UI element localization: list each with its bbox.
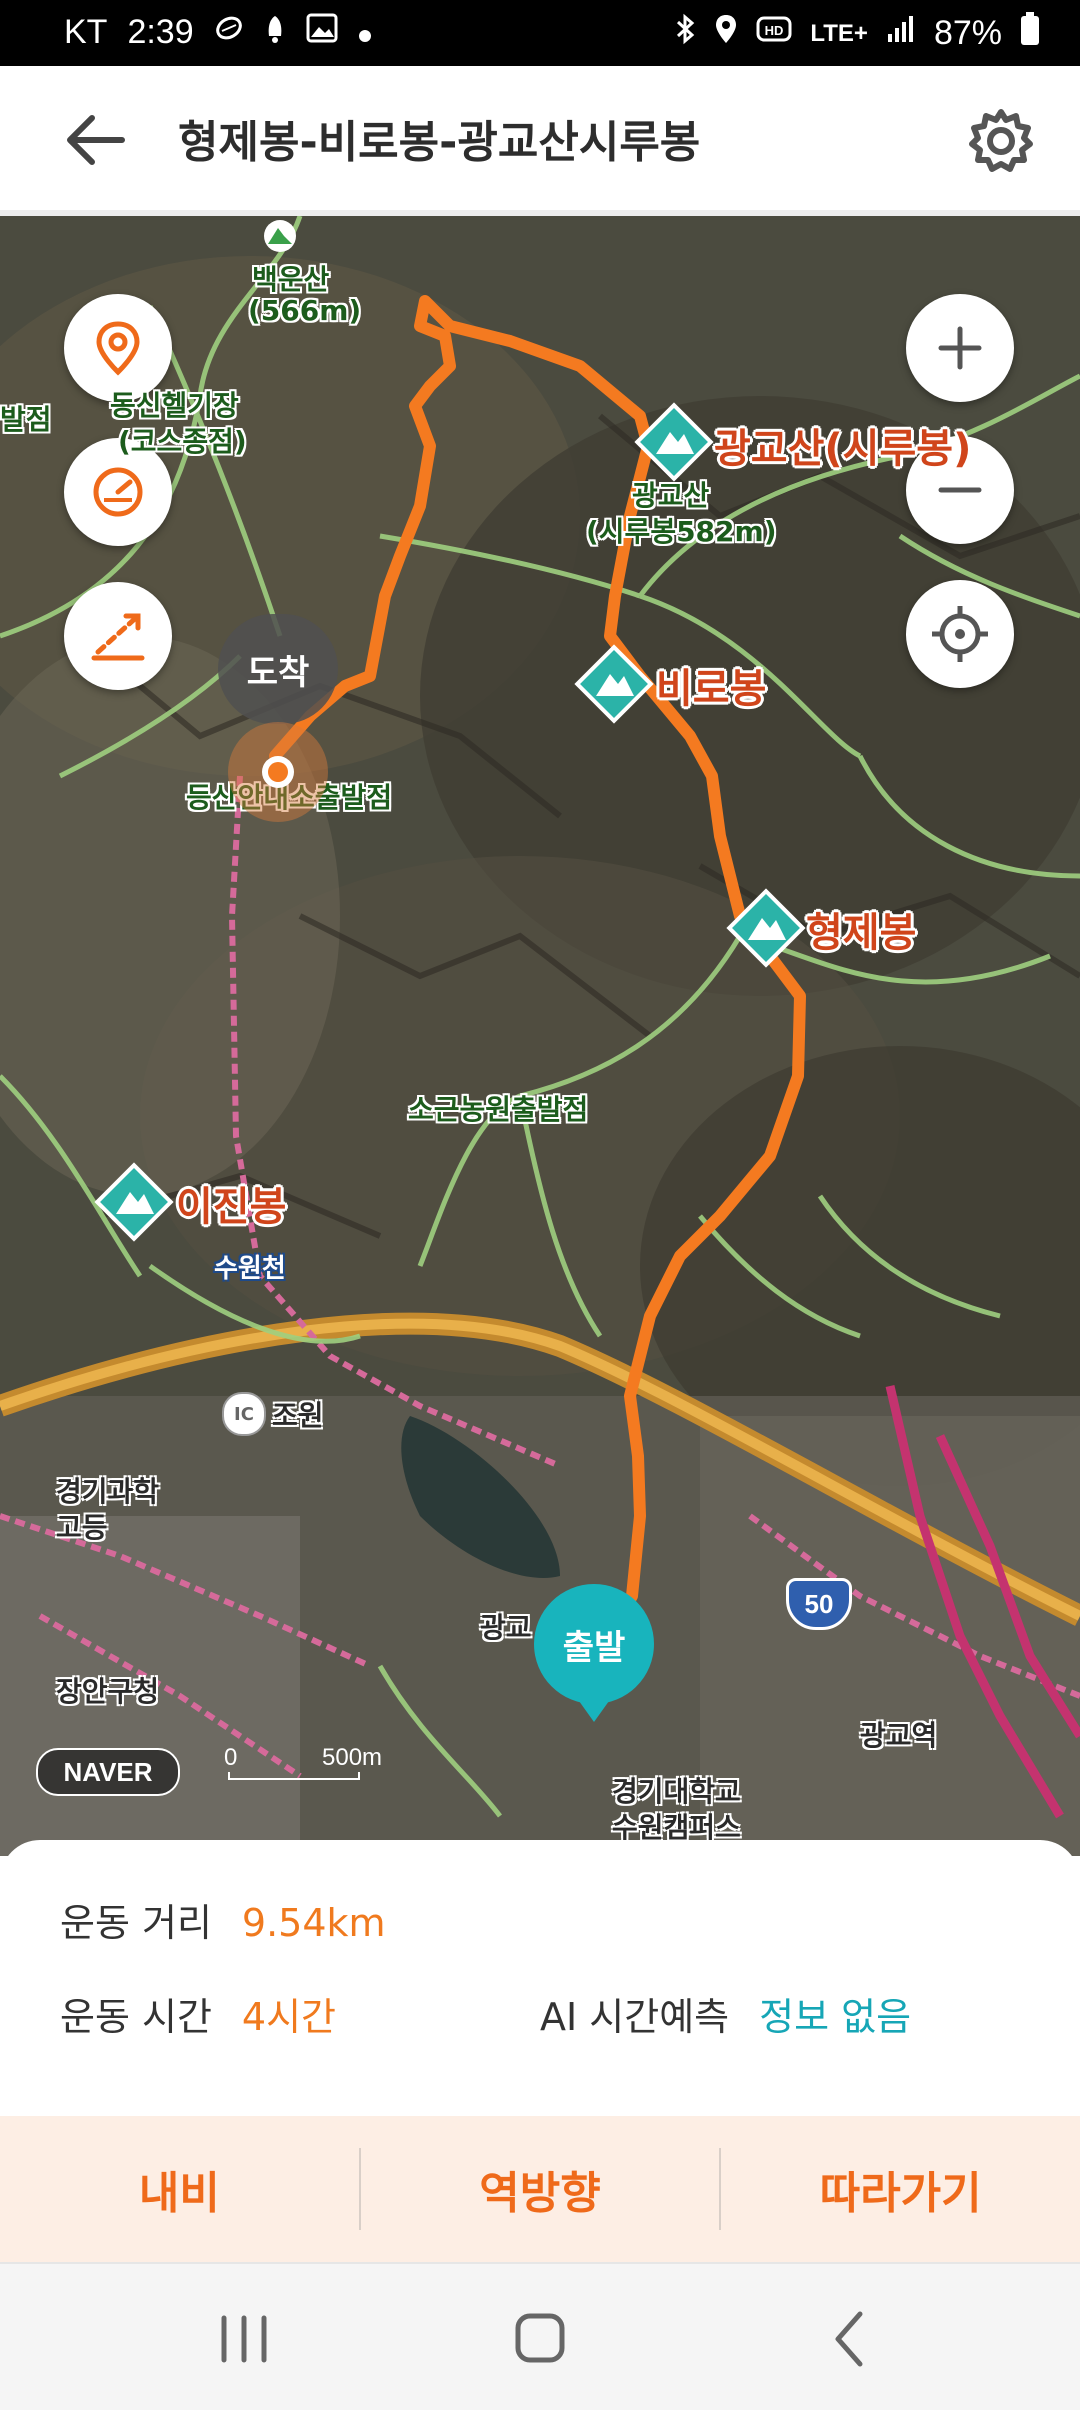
- time-value: 4시간: [241, 1995, 337, 2039]
- hd-icon: HD: [756, 14, 792, 53]
- elevation-slope-button[interactable]: [64, 582, 172, 690]
- distance-value: 9.54km: [241, 1901, 386, 1945]
- label-sogeun: 소근농원출발점: [408, 1093, 589, 1126]
- recent-apps-icon: [221, 2315, 267, 2363]
- gear-icon: [969, 109, 1033, 172]
- scale-distance: 500m: [322, 1744, 383, 1771]
- label-heli-2: (코스종점): [118, 425, 247, 458]
- label-gyeonggi-sci-1: 경기과학: [56, 1475, 160, 1508]
- elevation-slope-icon: [91, 613, 145, 661]
- map-scale: 0 500m: [224, 1744, 394, 1780]
- system-nav-bar: [0, 2262, 1080, 2410]
- ic-badge: IC: [222, 1392, 266, 1436]
- action-bar: 내비 역방향 따라가기: [0, 2116, 1080, 2262]
- label-birobong: 비로봉: [656, 666, 767, 712]
- navigate-button[interactable]: 내비: [0, 2116, 359, 2262]
- label-baljeom: 발점: [0, 403, 52, 436]
- peak-marker-hyeongjebong[interactable]: [726, 888, 806, 968]
- arrive-point-marker[interactable]: [224, 718, 332, 826]
- home-icon: [515, 2313, 565, 2363]
- status-bar: KT 2:39 HD LTE+ 87%: [0, 0, 1080, 66]
- zoom-in-button[interactable]: [906, 294, 1014, 402]
- depart-bubble[interactable]: 출발: [534, 1584, 654, 1704]
- scale-zero: 0: [224, 1744, 238, 1771]
- svg-text:HD: HD: [765, 23, 784, 38]
- bluetooth-icon: [674, 13, 696, 54]
- label-gyeonggi-sci-2: 고등: [56, 1511, 108, 1544]
- bell-icon: [264, 12, 286, 53]
- distance-label: 운동 거리: [60, 1901, 212, 1945]
- ai-prediction-value: 정보 없음: [759, 1995, 912, 2039]
- clock: 2:39: [127, 13, 194, 51]
- network-label: LTE+: [810, 19, 868, 47]
- label-gwanggyo-station: 광교역: [860, 1719, 938, 1752]
- ai-prediction-row: AI 시간예측 정보 없음: [540, 1986, 911, 2041]
- label-suwoncheon: 수원천: [214, 1254, 286, 1284]
- home-button[interactable]: [500, 2304, 580, 2374]
- route-50-shield: 50: [786, 1578, 852, 1630]
- settings-button[interactable]: [966, 106, 1036, 176]
- follow-button[interactable]: 따라가기: [721, 2116, 1080, 2262]
- location-pin-icon: [96, 321, 140, 376]
- peak-marker-ijinbong[interactable]: [94, 1162, 174, 1242]
- dot-icon: [358, 13, 372, 52]
- carrier-label: KT: [64, 13, 108, 51]
- my-location-icon: [932, 606, 988, 662]
- system-back-icon: [835, 2311, 863, 2367]
- label-univ-1: 경기대학교: [612, 1775, 741, 1808]
- naver-logo: NAVER: [36, 1748, 180, 1796]
- arrive-bubble: 도착: [218, 614, 338, 724]
- label-gwanggyo-sub2: (시루봉582m): [586, 515, 777, 548]
- system-back-button[interactable]: [810, 2304, 890, 2374]
- back-button[interactable]: [62, 110, 142, 170]
- speedometer-icon: [93, 467, 143, 517]
- back-arrow-icon: [67, 115, 125, 165]
- page-title: 형제봉-비로봉-광교산시루봉: [178, 117, 701, 168]
- label-baekunsan: 백운산: [252, 263, 330, 296]
- label-jangan: 장안구청: [56, 1675, 160, 1708]
- zoom-in-icon: [938, 326, 982, 370]
- app-bar: 형제봉-비로봉-광교산시루봉: [0, 66, 1080, 216]
- battery-percent: 87%: [933, 14, 1002, 52]
- peak-marker-gwanggyo[interactable]: [634, 402, 714, 482]
- my-location-button[interactable]: [906, 580, 1014, 688]
- recent-apps-button[interactable]: [204, 2304, 284, 2374]
- depart-pointer: [574, 1694, 614, 1722]
- map-view[interactable]: 백운산 (566m) 동신헬기장 (코스종점) 발점 광교산(시루봉) 광교산 …: [0, 216, 1080, 1856]
- label-gwanggyo-peak: 광교산(시루봉): [714, 426, 972, 472]
- location-icon: [714, 13, 738, 54]
- label-ijinbong: 이진봉: [176, 1184, 287, 1230]
- pedometer-icon: [214, 13, 244, 52]
- reverse-button[interactable]: 역방향: [361, 2116, 720, 2262]
- label-gwanggyo-short: 광교: [480, 1611, 532, 1644]
- label-heli-1: 동신헬기장: [110, 389, 239, 422]
- label-baekunsan-alt: (566m): [248, 294, 362, 327]
- distance-row: 운동 거리 9.54km: [60, 1892, 386, 1947]
- image-icon: [306, 13, 338, 52]
- label-gwanggyo-sub1: 광교산: [632, 479, 710, 512]
- battery-icon: [1020, 12, 1040, 55]
- label-jowon: 조원: [272, 1399, 324, 1432]
- summit-marker-baekunsan: [264, 220, 296, 252]
- peak-marker-birobong[interactable]: [574, 644, 654, 724]
- label-hyeongjebong: 형제봉: [806, 910, 917, 956]
- ai-prediction-label: AI 시간예측: [540, 1995, 730, 2039]
- route-info-sheet: 운동 거리 9.54km 운동 시간 4시간 AI 시간예측 정보 없음: [0, 1840, 1080, 2116]
- signal-icon: [886, 14, 916, 53]
- time-label: 운동 시간: [60, 1995, 212, 2039]
- time-row: 운동 시간 4시간: [60, 1986, 336, 2041]
